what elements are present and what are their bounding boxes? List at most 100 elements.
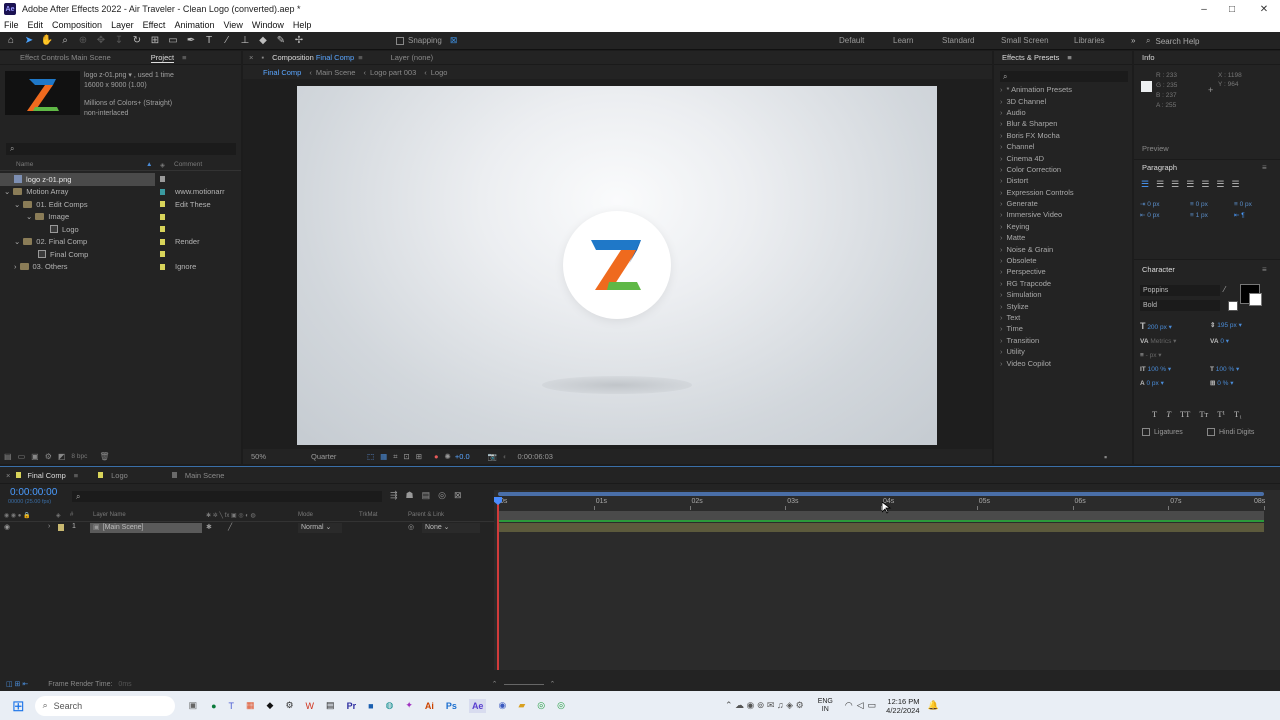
layer-duration-bar[interactable] <box>498 523 1264 532</box>
white-swatch[interactable] <box>1228 301 1238 311</box>
faux-bold-icon[interactable]: T <box>1152 409 1157 419</box>
guides-icon[interactable]: ⊡ <box>403 452 409 461</box>
panel-menu-icon[interactable]: ≡ <box>358 53 362 62</box>
eraser-tool-icon[interactable]: ◆ <box>256 34 270 48</box>
channel-icon[interactable]: ⊞ <box>416 452 422 461</box>
parent-dropdown[interactable]: None ⌄ <box>422 523 480 533</box>
breadcrumb-logo-part[interactable]: Logo part 003 <box>370 68 416 77</box>
close-tab-icon[interactable]: × <box>249 53 253 62</box>
label-swatch[interactable] <box>160 176 165 183</box>
faux-italic-icon[interactable]: T <box>1166 409 1171 419</box>
indent-left-value[interactable]: ⇥ 0 px <box>1140 199 1160 210</box>
zoom-dropdown[interactable]: 50% <box>251 452 289 461</box>
settings-icon[interactable]: ⚙ <box>285 700 293 711</box>
figma-icon[interactable]: ✦ <box>405 700 413 711</box>
timeline-search-input[interactable]: ⌕ <box>72 491 382 502</box>
hindi-digits-checkbox[interactable] <box>1207 428 1215 436</box>
menu-layer[interactable]: Layer <box>111 20 134 30</box>
effect-category[interactable]: Keying <box>994 221 1132 232</box>
system-tray-icons[interactable]: ⌃ ☁ ◉ ⊚ ✉ ♫ ◈ ⚙ <box>725 700 804 711</box>
whatsapp-icon[interactable]: ◉ <box>498 700 506 711</box>
space-after-value[interactable]: ≡ 1 px <box>1190 210 1208 221</box>
puppet-pin-icon[interactable]: ✢ <box>292 34 306 48</box>
search-help-field[interactable]: ⌕ Search Help <box>1146 35 1280 47</box>
layer-name-field[interactable]: ▣ [Main Scene] <box>90 523 202 533</box>
character-title[interactable]: Character <box>1142 265 1175 274</box>
new-comp-icon[interactable]: ▣ <box>31 452 39 461</box>
layer-switches-icon[interactable]: ✱ ✲ ╲ fx ▣ ◎ ◐ ◍ <box>206 512 256 519</box>
effect-category[interactable]: Expression Controls <box>994 187 1132 198</box>
justify-last-right-icon[interactable]: ☰ <box>1216 179 1224 190</box>
windows-start-icon[interactable]: ⊞ <box>12 697 25 715</box>
lock-icon[interactable]: ▪ <box>261 53 264 62</box>
panel-menu-icon[interactable]: ≡ <box>1262 265 1267 274</box>
clone-stamp-icon[interactable]: ⊥ <box>238 34 252 48</box>
pickwhip-icon[interactable]: ◎ <box>408 523 414 531</box>
workspace-small-screen[interactable]: Small Screen <box>1001 36 1049 45</box>
work-area-bar[interactable] <box>498 511 1264 520</box>
text-direction-icon[interactable]: ⇤ ¶ <box>1234 210 1252 221</box>
tab-effect-controls[interactable]: Effect Controls Main Scene <box>20 53 111 62</box>
effect-category[interactable]: Utility <box>994 346 1132 357</box>
tab-composition[interactable]: Composition Final Comp <box>272 53 354 62</box>
motion-blur-icon[interactable]: ◎ <box>438 490 446 501</box>
roto-brush-icon[interactable]: ✎ <box>274 34 288 48</box>
list-item[interactable]: logo z-01.png <box>0 173 155 186</box>
files-icon[interactable]: ▤ <box>326 700 335 711</box>
ligatures-option[interactable]: Ligatures <box>1142 428 1183 436</box>
effect-category[interactable]: Boris FX Mocha <box>994 130 1132 141</box>
brush-tool-icon[interactable]: ⁄ <box>220 34 234 48</box>
rotate-tool-icon[interactable]: ↻ <box>130 34 144 48</box>
shy-layers-icon[interactable]: ☗ <box>406 490 414 501</box>
snapping-checkbox[interactable] <box>396 36 404 45</box>
tracking-field[interactable]: VA 0 ▾ <box>1210 335 1229 349</box>
exposure-value[interactable]: +0.0 <box>455 452 470 461</box>
store-icon[interactable]: ▦ <box>246 700 255 711</box>
effect-category[interactable]: Perspective <box>994 266 1132 277</box>
panel-menu-icon[interactable]: ≡ <box>182 53 186 62</box>
align-center-icon[interactable]: ☰ <box>1156 179 1164 190</box>
effect-category[interactable]: RG Trapcode <box>994 278 1132 289</box>
comp-flowchart-icon[interactable]: ⇶ <box>390 490 398 501</box>
new-folder-icon[interactable]: ▭ <box>18 452 26 461</box>
panel-menu-icon[interactable]: ≡ <box>74 471 78 480</box>
small-caps-icon[interactable]: Tт <box>1199 409 1208 419</box>
parent-header[interactable]: Parent & Link <box>408 512 444 518</box>
effect-category[interactable]: Cinema 4D <box>994 152 1132 163</box>
timeline-current-time[interactable]: 0:00:00:00 <box>10 487 57 498</box>
label-column-icon[interactable]: ◈ <box>160 161 165 169</box>
justify-last-left-icon[interactable]: ☰ <box>1186 179 1194 190</box>
effects-search-input[interactable]: ⌕ <box>1000 71 1128 82</box>
menu-view[interactable]: View <box>223 20 242 30</box>
info-title[interactable]: Info <box>1142 53 1155 62</box>
task-view-icon[interactable]: ▣ <box>189 700 198 711</box>
workspace-overflow-icon[interactable]: » <box>1131 36 1135 45</box>
chrome-icon[interactable]: ◎ <box>537 700 545 711</box>
snap-icon[interactable]: ⊠ <box>450 35 458 46</box>
panel-menu-icon[interactable]: ≡ <box>1262 163 1267 172</box>
volume-icon[interactable]: ◁ <box>857 700 864 711</box>
menu-effect[interactable]: Effect <box>143 20 166 30</box>
menu-help[interactable]: Help <box>293 20 312 30</box>
type-tool-icon[interactable]: T <box>202 34 216 48</box>
effects-title[interactable]: Effects & Presets <box>1002 53 1059 62</box>
dolly-tool-icon[interactable]: ↧ <box>112 34 126 48</box>
language-indicator[interactable]: ENG IN <box>818 698 833 714</box>
hindi-digits-option[interactable]: Hindi Digits <box>1207 428 1254 436</box>
stroke-width-field[interactable]: ≡ - px ▾ <box>1140 349 1210 363</box>
menu-window[interactable]: Window <box>252 20 284 30</box>
interpret-footage-icon[interactable]: ▤ <box>4 452 12 461</box>
home-icon[interactable]: ⌂ <box>4 34 18 48</box>
breadcrumb-final-comp[interactable]: Final Comp <box>263 68 301 77</box>
menu-file[interactable]: File <box>4 20 19 30</box>
menu-edit[interactable]: Edit <box>28 20 44 30</box>
maximize-button[interactable]: □ <box>1216 0 1248 18</box>
stroke-color-swatch[interactable] <box>1249 293 1262 306</box>
effect-category[interactable]: Text <box>994 312 1132 323</box>
justify-last-center-icon[interactable]: ☰ <box>1201 179 1209 190</box>
kerning-field[interactable]: VA Metrics ▾ <box>1140 335 1210 349</box>
blend-mode-dropdown[interactable]: Normal ⌄ <box>298 523 342 533</box>
leading-field[interactable]: ⇕ 195 px ▾ <box>1210 319 1242 335</box>
font-family-dropdown[interactable]: Poppins <box>1140 285 1220 296</box>
illustrator-icon[interactable]: Ai <box>425 701 434 711</box>
